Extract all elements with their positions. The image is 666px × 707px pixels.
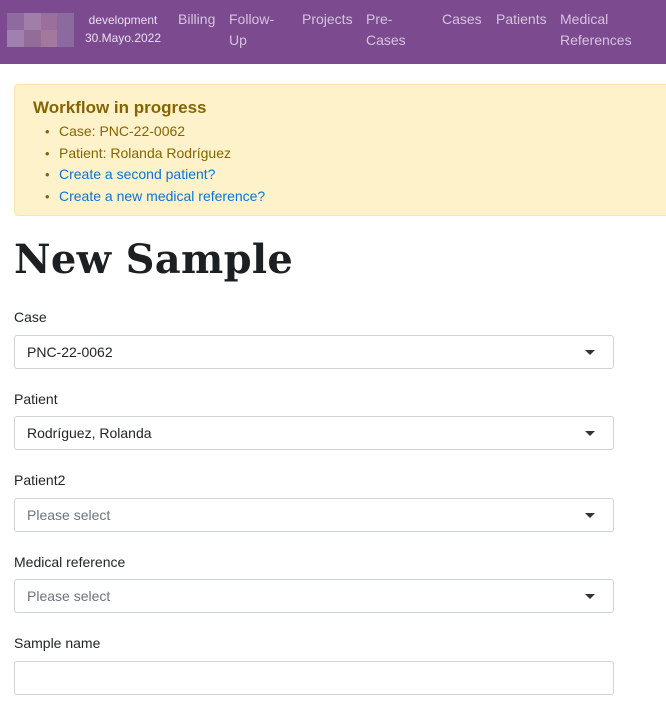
create-medical-reference-link[interactable]: Create a new medical reference? <box>59 188 265 204</box>
case-label: Case <box>14 309 47 325</box>
nav-item-follow-up[interactable]: Follow-Up <box>229 9 291 51</box>
nav-item-medical-references[interactable]: Medical References <box>560 9 640 51</box>
sample-name-input[interactable] <box>14 661 614 695</box>
app-logo[interactable] <box>7 13 74 47</box>
medical-reference-label: Medical reference <box>14 554 126 570</box>
sample-name-label: Sample name <box>14 635 101 651</box>
patient2-placeholder: Please select <box>27 507 111 523</box>
workflow-list: Case: PNC-22-0062 Patient: Rolanda Rodrí… <box>45 121 265 207</box>
date-label: 30.Mayo.2022 <box>84 31 162 45</box>
nav-item-billing[interactable]: Billing <box>178 9 215 30</box>
workflow-alert: Workflow in progress Case: PNC-22-0062 P… <box>14 84 666 216</box>
nav-item-patients[interactable]: Patients <box>496 9 547 30</box>
page-title: New Sample <box>14 236 294 283</box>
workflow-title: Workflow in progress <box>33 98 207 117</box>
create-second-patient-link[interactable]: Create a second patient? <box>59 166 215 182</box>
medical-reference-placeholder: Please select <box>27 588 111 604</box>
caret-down-icon <box>585 513 595 518</box>
environment-info: development 30.Mayo.2022 <box>84 11 162 47</box>
top-navbar: development 30.Mayo.2022 Billing Follow-… <box>0 0 666 64</box>
nav-item-pre-cases[interactable]: Pre-Cases <box>366 9 416 51</box>
nav-item-projects[interactable]: Projects <box>302 9 353 30</box>
environment-label: development <box>88 13 158 27</box>
workflow-item-patient: Patient: Rolanda Rodríguez <box>45 143 265 165</box>
medical-reference-select[interactable]: Please select <box>14 579 614 613</box>
nav-item-cases[interactable]: Cases <box>442 9 482 30</box>
patient2-select[interactable]: Please select <box>14 498 614 532</box>
workflow-item-second-patient: Create a second patient? <box>45 164 265 186</box>
workflow-item-medical-reference: Create a new medical reference? <box>45 186 265 208</box>
patient2-label: Patient2 <box>14 472 66 488</box>
caret-down-icon <box>585 594 595 599</box>
patient-select[interactable]: Rodríguez, Rolanda <box>14 416 614 450</box>
case-select[interactable]: PNC-22-0062 <box>14 335 614 369</box>
patient-value: Rodríguez, Rolanda <box>27 425 152 441</box>
patient-label: Patient <box>14 391 58 407</box>
workflow-item-case: Case: PNC-22-0062 <box>45 121 265 143</box>
caret-down-icon <box>585 350 595 355</box>
case-value: PNC-22-0062 <box>27 344 113 360</box>
caret-down-icon <box>585 431 595 436</box>
